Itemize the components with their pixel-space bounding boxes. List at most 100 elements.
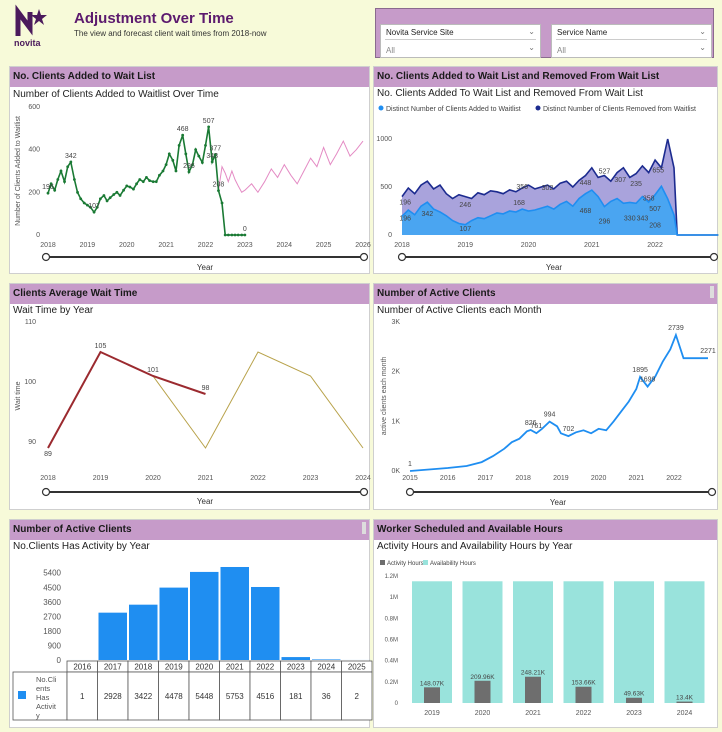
x-range-slider-handle-start[interactable] xyxy=(405,487,415,497)
data-label: 377 xyxy=(210,146,222,153)
data-point xyxy=(92,210,96,214)
y-tick-label: 0.4M xyxy=(385,659,398,665)
data-label: 196 xyxy=(399,199,411,206)
x-range-slider-handle-end[interactable] xyxy=(359,252,369,262)
data-label: 296 xyxy=(599,218,611,225)
filter-bar: Novita Service Site ⌄ All ⌄ Service Name… xyxy=(375,8,714,58)
data-point xyxy=(194,148,198,152)
y-axis-label: Number of Clients Added to Waitlist xyxy=(15,116,22,226)
table-cell-value: 4478 xyxy=(165,692,183,701)
data-label: 302 xyxy=(542,185,554,192)
chevron-down-icon[interactable]: ⌄ xyxy=(528,27,535,36)
logo-mark-icon xyxy=(15,4,47,36)
x-tick-label: 2022 xyxy=(576,710,592,717)
table-header-label: 2024 xyxy=(317,663,335,672)
data-label: 196 xyxy=(42,184,54,191)
x-axis-label: Year xyxy=(546,263,563,272)
y-tick-label: 600 xyxy=(28,104,40,111)
x-tick-label: 2019 xyxy=(424,710,440,717)
panel-clients-added: No. Clients Added to Wait List Number of… xyxy=(9,66,371,274)
data-point xyxy=(200,161,204,164)
table-header-label: 2023 xyxy=(287,663,305,672)
data-point xyxy=(112,193,116,196)
chevron-down-icon[interactable]: ⌄ xyxy=(699,27,706,36)
data-point xyxy=(59,169,63,173)
data-label: 107 xyxy=(88,203,100,210)
x-range-slider-handle-start[interactable] xyxy=(41,487,51,497)
y-tick-label: 1M xyxy=(390,595,398,601)
table-header-label: 2020 xyxy=(195,663,213,672)
bar xyxy=(220,566,249,660)
y-tick-label: 5400 xyxy=(43,569,61,578)
data-point xyxy=(243,233,247,237)
data-point xyxy=(236,233,240,237)
data-point xyxy=(177,144,181,147)
data-point xyxy=(226,233,230,237)
data-label: 101 xyxy=(147,367,159,374)
x-tick-label: 2022 xyxy=(666,475,682,482)
x-tick-label: 2020 xyxy=(475,710,491,717)
table-cell-value: 2928 xyxy=(104,692,122,701)
y-tick-label: 3600 xyxy=(43,598,61,607)
x-range-slider-handle-end[interactable] xyxy=(707,487,717,497)
data-point xyxy=(56,178,60,181)
bar-activity xyxy=(525,676,541,703)
table-header-label: 2025 xyxy=(348,663,366,672)
y-tick-label: 1800 xyxy=(43,627,61,636)
data-label: 235 xyxy=(630,181,642,188)
data-label: 209.96K xyxy=(470,674,495,681)
data-label: 655 xyxy=(652,168,664,175)
data-label: 356 xyxy=(516,184,528,191)
y-tick-label: 90 xyxy=(28,439,36,446)
slicer-service-site[interactable]: Novita Service Site ⌄ All ⌄ xyxy=(380,24,541,58)
data-label: 107 xyxy=(459,226,471,233)
data-label: 1895 xyxy=(632,367,648,374)
table-row-label: ents xyxy=(36,684,50,693)
slicer-service-name[interactable]: Service Name ⌄ All ⌄ xyxy=(551,24,712,58)
data-label: 296 xyxy=(183,163,195,170)
table-cell-value: 3422 xyxy=(134,692,152,701)
page-title: Adjustment Over Time xyxy=(74,10,234,27)
data-point xyxy=(115,190,119,194)
data-point xyxy=(145,176,148,179)
y-axis-label: Wait time xyxy=(15,381,22,410)
data-label: 98 xyxy=(202,385,210,392)
y-tick-label: 900 xyxy=(48,641,62,650)
x-tick-label: 2019 xyxy=(93,475,109,482)
y-axis-label: active clients each month xyxy=(381,357,388,436)
data-label: 89 xyxy=(44,451,52,458)
chart-wait-time: 90 100 110 2018 2019 2020 2021 2022 2023 2024 Wait… xyxy=(15,319,371,506)
data-point xyxy=(79,197,83,201)
data-label: 358 xyxy=(643,195,655,202)
x-tick-label: 2021 xyxy=(158,242,174,249)
series-line-actual xyxy=(47,350,206,449)
x-range-slider-handle-end[interactable] xyxy=(359,487,369,497)
data-point xyxy=(217,189,220,193)
x-tick-label: 2021 xyxy=(584,242,600,249)
data-point xyxy=(141,180,145,184)
data-point xyxy=(132,187,135,191)
data-label: 527 xyxy=(599,169,611,176)
slicer-service-site-label: Novita Service Site xyxy=(386,28,454,37)
x-tick-label: 2018 xyxy=(515,475,531,482)
chart-added-removed: Distinct Number of Clients Added to Wait… xyxy=(376,105,719,272)
data-point xyxy=(76,190,79,194)
y-tick-label: 3K xyxy=(391,319,400,326)
x-range-slider-handle-start[interactable] xyxy=(41,252,51,262)
data-label: 507 xyxy=(649,206,661,213)
data-point xyxy=(174,169,178,173)
x-range-slider-handle-start[interactable] xyxy=(397,252,407,262)
data-point xyxy=(125,184,129,188)
x-range-slider-handle-end[interactable] xyxy=(709,252,719,262)
x-tick-label: 2025 xyxy=(316,242,332,249)
chevron-down-icon[interactable]: ⌄ xyxy=(528,43,535,52)
slicer-service-name-label: Service Name xyxy=(557,28,608,37)
x-tick-label: 2024 xyxy=(677,710,693,717)
data-label: 153.66K xyxy=(571,680,596,687)
data-label: 2271 xyxy=(700,348,716,355)
data-point xyxy=(171,158,175,162)
logo-text: novita xyxy=(14,38,41,48)
x-tick-label: 2022 xyxy=(250,475,266,482)
data-point xyxy=(158,173,161,177)
chevron-down-icon[interactable]: ⌄ xyxy=(699,43,706,52)
